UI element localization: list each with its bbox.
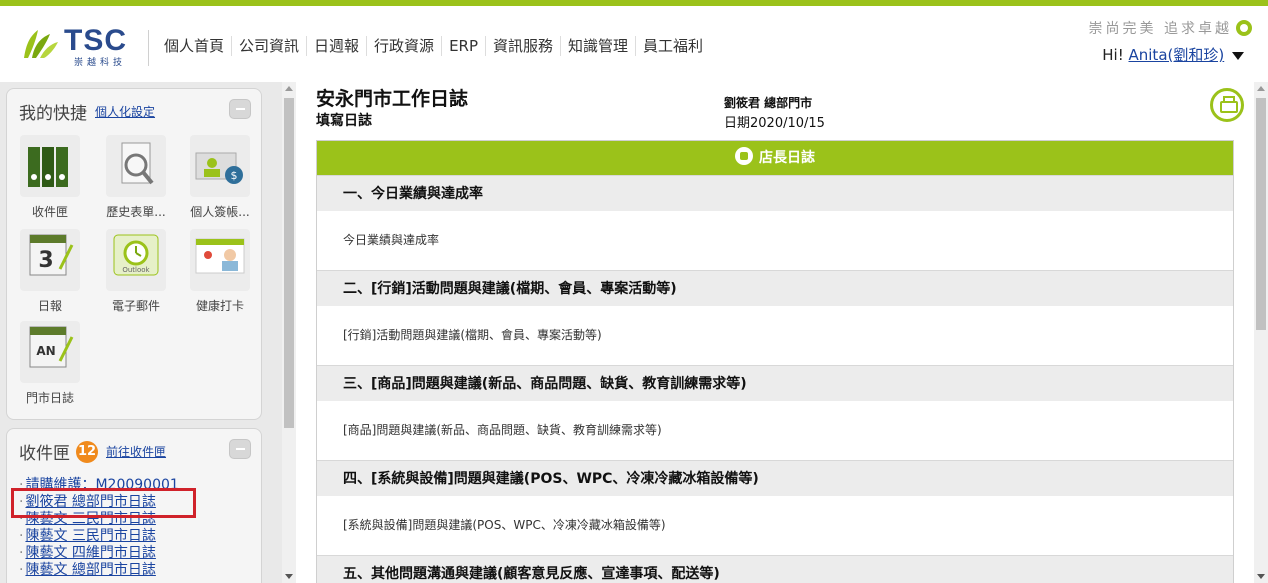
calendar-icon: 3 bbox=[20, 229, 80, 291]
scroll-down-arrow-icon[interactable] bbox=[1257, 574, 1265, 579]
shortcut-label: 門市日誌 bbox=[25, 391, 74, 405]
page-subtitle: 填寫日誌 bbox=[316, 113, 372, 129]
section-heading: 一、今日業績與達成率 bbox=[317, 175, 1233, 211]
nav-personal-home[interactable]: 個人首頁 bbox=[164, 36, 233, 56]
page-title: 安永門市工作日誌 bbox=[316, 88, 469, 110]
outlook-text: Outlook bbox=[122, 266, 150, 274]
personal-account-icon: $ bbox=[190, 135, 250, 197]
shortcut-store-log[interactable]: AN 門市日誌 bbox=[13, 321, 87, 406]
highlight-annotation bbox=[11, 488, 196, 518]
nav-it-services[interactable]: 資訊服務 bbox=[486, 36, 562, 56]
calendar-day: 3 bbox=[38, 248, 53, 273]
shortcut-label: 健康打卡 bbox=[195, 299, 244, 313]
nav-erp[interactable]: ERP bbox=[442, 36, 487, 56]
shortcut-email[interactable]: Outlook 電子郵件 bbox=[99, 229, 173, 314]
user-name-link[interactable]: Anita(劉和珍) bbox=[1129, 46, 1225, 64]
personalize-link[interactable]: 個人化設定 bbox=[95, 103, 155, 120]
outlook-icon: Outlook bbox=[106, 229, 166, 291]
scrollbar-thumb[interactable] bbox=[284, 98, 294, 428]
slogan-text: 崇尚完美 追求卓越 bbox=[1088, 21, 1232, 37]
scroll-up-arrow-icon[interactable] bbox=[285, 86, 293, 91]
greeting: Hi! bbox=[1102, 46, 1124, 64]
section-body[interactable]: [行銷]活動問題與建議(檔期、會員、專案活動等) bbox=[317, 306, 1233, 365]
shortcut-health-check[interactable]: 健康打卡 bbox=[183, 229, 257, 314]
inbox-count-badge: 12 bbox=[76, 440, 98, 463]
store-icon-text: AN bbox=[36, 344, 55, 358]
inbox-title: 收件匣 bbox=[19, 444, 70, 464]
shortcut-daily-report[interactable]: 3 日報 bbox=[13, 229, 87, 314]
nav-admin-resources[interactable]: 行政資源 bbox=[367, 36, 443, 56]
go-to-inbox-link[interactable]: 前往收件匣 bbox=[106, 443, 166, 460]
main-scrollbar[interactable] bbox=[1254, 82, 1268, 583]
shortcut-label: 電子郵件 bbox=[111, 299, 160, 313]
sidebar-scrollbar[interactable] bbox=[282, 82, 296, 583]
header: TSC 崇越科技 個人首頁 公司資訊 日週報 行政資源 ERP 資訊服務 知識管… bbox=[0, 6, 1268, 82]
user-menu[interactable]: Hi! Anita(劉和珍) bbox=[1102, 44, 1244, 65]
store-log-icon: AN bbox=[20, 321, 80, 383]
inbox-item[interactable]: · 陳藝文 四維門市日誌 bbox=[19, 545, 179, 562]
section-heading: 四、[系統與設備]問題與建議(POS、WPC、冷凍冷藏冰箱設備等) bbox=[317, 460, 1233, 496]
section-body[interactable]: [系統與設備]問題與建議(POS、WPC、冷凍冷藏冰箱設備等) bbox=[317, 496, 1233, 555]
quick-access-header: 我的快捷 個人化設定 bbox=[19, 99, 155, 124]
shortcut-label: 個人簽帳... bbox=[190, 205, 250, 219]
print-icon[interactable] bbox=[1210, 88, 1244, 122]
journal-title: 店長日誌 bbox=[759, 150, 815, 166]
quick-access-panel: 我的快捷 個人化設定 收件匣 歷史表單... $ 個人簽帳... 3 日報 Ou… bbox=[6, 88, 262, 420]
nav-welfare[interactable]: 員工福利 bbox=[636, 36, 710, 56]
section-body[interactable]: 今日業績與達成率 bbox=[317, 211, 1233, 270]
leaf-logo-icon bbox=[24, 30, 58, 58]
inbox-item[interactable]: · 陳藝文 三民門市日誌 bbox=[19, 528, 179, 545]
shortcut-inbox[interactable]: 收件匣 bbox=[13, 135, 87, 220]
main-content: 安永門市工作日誌 填寫日誌 劉筱君 總部門市 日期2020/10/15 店長日誌… bbox=[296, 82, 1254, 583]
tsc-logo[interactable]: TSC 崇越科技 bbox=[20, 24, 140, 68]
section-heading: 二、[行銷]活動問題與建議(檔期、會員、專案活動等) bbox=[317, 270, 1233, 306]
collapse-quick-button[interactable] bbox=[229, 99, 251, 119]
collapse-inbox-button[interactable] bbox=[229, 439, 251, 459]
shortcut-label: 日報 bbox=[37, 299, 62, 313]
shortcut-personal-account[interactable]: $ 個人簽帳... bbox=[183, 135, 257, 220]
chef-hat-icon bbox=[735, 147, 753, 165]
quick-access-title: 我的快捷 bbox=[19, 104, 87, 124]
manager-journal: 店長日誌 一、今日業績與達成率 今日業績與達成率 二、[行銷]活動問題與建議(檔… bbox=[316, 140, 1234, 583]
nav-reports[interactable]: 日週報 bbox=[307, 36, 368, 56]
scrollbar-thumb[interactable] bbox=[1256, 98, 1266, 330]
health-check-icon bbox=[190, 229, 250, 291]
date-info: 日期2020/10/15 bbox=[724, 116, 825, 131]
svg-text:$: $ bbox=[231, 169, 238, 182]
nav-knowledge[interactable]: 知識管理 bbox=[561, 36, 637, 56]
nav-company-info[interactable]: 公司資訊 bbox=[232, 36, 308, 56]
header-divider bbox=[148, 30, 149, 66]
slogan-icon bbox=[1236, 20, 1252, 36]
inbox-item[interactable]: · 陳藝文 總部門市日誌 bbox=[19, 562, 179, 579]
section-heading: 三、[商品]問題與建議(新品、商品問題、缺貨、教育訓練需求等) bbox=[317, 365, 1233, 401]
shortcut-label: 歷史表單... bbox=[106, 205, 166, 219]
logo-subtitle: 崇越科技 bbox=[74, 58, 127, 68]
history-forms-icon bbox=[106, 135, 166, 197]
journal-header: 店長日誌 bbox=[317, 141, 1233, 175]
chevron-down-icon[interactable] bbox=[1232, 51, 1244, 60]
section-heading: 五、其他問題溝通與建議(顧客意見反應、宣達事項、配送等) bbox=[317, 555, 1233, 583]
logo-text: TSC bbox=[64, 24, 127, 57]
main-nav: 個人首頁 公司資訊 日週報 行政資源 ERP 資訊服務 知識管理 員工福利 bbox=[164, 36, 710, 56]
scroll-down-arrow-icon[interactable] bbox=[285, 574, 293, 579]
shortcut-label: 收件匣 bbox=[31, 205, 68, 219]
slogan: 崇尚完美 追求卓越 bbox=[1089, 18, 1252, 38]
scroll-up-arrow-icon[interactable] bbox=[1257, 86, 1265, 91]
inbox-header: 收件匣 12 前往收件匣 bbox=[19, 439, 166, 464]
section-body[interactable]: [商品]問題與建議(新品、商品問題、缺貨、教育訓練需求等) bbox=[317, 401, 1233, 460]
shortcut-history-forms[interactable]: 歷史表單... bbox=[99, 135, 173, 220]
binders-icon bbox=[20, 135, 80, 197]
author-info: 劉筱君 總部門市 bbox=[724, 96, 813, 110]
